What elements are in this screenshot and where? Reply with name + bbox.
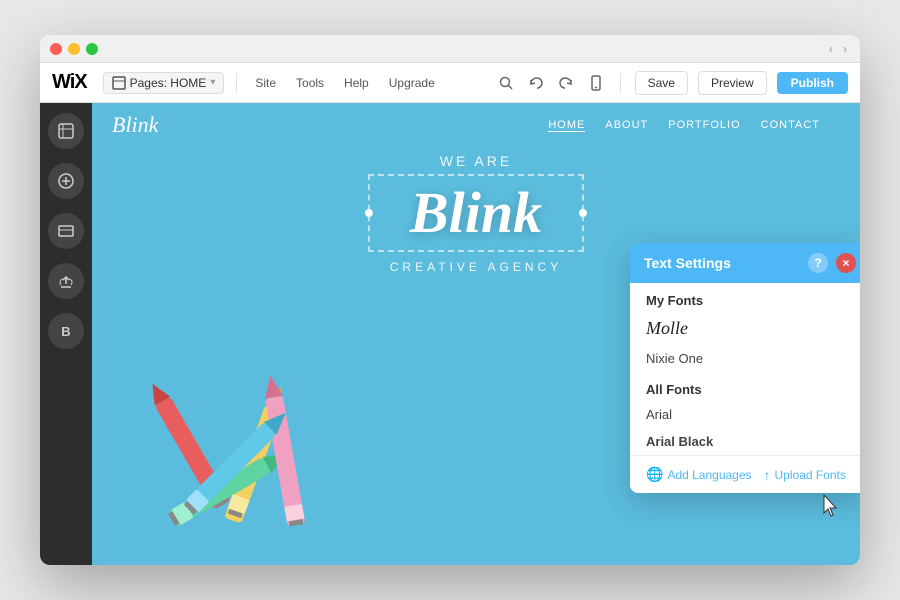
hero-title: Blink xyxy=(410,184,542,242)
minimize-traffic-light[interactable] xyxy=(68,43,80,55)
editor-area: B Blink HOME ABOUT PORTFOLIO CONTACT WE … xyxy=(40,103,860,565)
toolbar-separator-2 xyxy=(620,73,621,93)
left-sidebar: B xyxy=(40,103,92,565)
pages-icon xyxy=(112,76,126,90)
add-languages-link[interactable]: 🌐 Add Languages xyxy=(646,466,752,483)
preview-button[interactable]: Preview xyxy=(698,71,767,95)
my-fonts-header: My Fonts xyxy=(630,283,860,312)
maximize-traffic-light[interactable] xyxy=(86,43,98,55)
upload-fonts-link[interactable]: ↑ Upload Fonts xyxy=(764,467,846,483)
sidebar-blog-icon[interactable]: B xyxy=(48,313,84,349)
traffic-lights xyxy=(50,43,98,55)
font-item-arial-black[interactable]: Arial Black xyxy=(630,428,860,455)
panel-footer: 🌐 Add Languages ↑ Upload Fonts xyxy=(630,455,860,493)
panel-header-icons: ? × xyxy=(808,253,856,273)
sidebar-upload-icon[interactable] xyxy=(48,263,84,299)
close-traffic-light[interactable] xyxy=(50,43,62,55)
we-are-text: WE ARE xyxy=(368,153,584,169)
creative-text: CREATIVE AGENCY xyxy=(368,260,584,274)
pages-selector[interactable]: Pages: HOME ▾ xyxy=(103,72,225,94)
hero-content: WE ARE Blink CREATIVE AGENCY xyxy=(368,153,584,274)
undo-icon[interactable] xyxy=(526,73,546,93)
wix-logo: WiX xyxy=(52,71,87,94)
panel-body: My Fonts Molle Nixie One All Fonts Arial… xyxy=(630,283,860,455)
resize-handle-right[interactable] xyxy=(579,209,587,217)
save-button[interactable]: Save xyxy=(635,71,688,95)
sidebar-pages-icon[interactable] xyxy=(48,113,84,149)
forward-arrow[interactable]: › xyxy=(840,42,850,56)
panel-help-button[interactable]: ? xyxy=(808,253,828,273)
panel-close-button[interactable]: × xyxy=(836,253,856,273)
canvas-area[interactable]: Blink HOME ABOUT PORTFOLIO CONTACT WE AR… xyxy=(92,103,860,565)
pencils-illustration xyxy=(92,265,432,565)
site-button[interactable]: Site xyxy=(249,73,282,93)
sidebar-add-icon[interactable] xyxy=(48,163,84,199)
site-nav-links: HOME ABOUT PORTFOLIO CONTACT xyxy=(548,119,820,132)
mouse-cursor xyxy=(820,493,842,525)
tools-button[interactable]: Tools xyxy=(290,73,330,93)
font-item-nixie[interactable]: Nixie One xyxy=(630,345,860,372)
redo-icon[interactable] xyxy=(556,73,576,93)
add-languages-label: Add Languages xyxy=(667,468,751,482)
site-logo: Blink xyxy=(112,112,158,138)
upgrade-button[interactable]: Upgrade xyxy=(383,73,441,93)
nav-link-contact[interactable]: CONTACT xyxy=(761,119,820,132)
chevron-down-icon: ▾ xyxy=(210,77,215,88)
add-languages-icon: 🌐 xyxy=(646,466,663,483)
wix-toolbar: WiX Pages: HOME ▾ Site Tools Help Upgrad… xyxy=(40,63,860,103)
title-bar: ‹ › xyxy=(40,35,860,63)
sidebar-media-icon[interactable] xyxy=(48,213,84,249)
panel-header: Text Settings ? × xyxy=(630,243,860,283)
back-arrow[interactable]: ‹ xyxy=(826,42,836,56)
upload-fonts-label: Upload Fonts xyxy=(775,468,846,482)
mobile-icon[interactable] xyxy=(586,73,606,93)
font-item-arial[interactable]: Arial xyxy=(630,401,860,428)
toolbar-right-icons: Save Preview Publish xyxy=(496,71,848,95)
mac-window: ‹ › WiX Pages: HOME ▾ Site Tools Help Up… xyxy=(40,35,860,565)
toolbar-separator-1 xyxy=(236,73,237,93)
help-button[interactable]: Help xyxy=(338,73,375,93)
site-nav: Blink HOME ABOUT PORTFOLIO CONTACT xyxy=(92,103,860,147)
nav-link-portfolio[interactable]: PORTFOLIO xyxy=(668,119,740,132)
panel-title: Text Settings xyxy=(644,255,731,271)
blink-container[interactable]: Blink xyxy=(368,174,584,252)
upload-fonts-icon: ↑ xyxy=(764,467,771,483)
nav-arrows: ‹ › xyxy=(826,42,850,56)
pages-label: Pages: HOME xyxy=(130,76,207,90)
text-settings-panel: Text Settings ? × My Fonts Molle Nixie O… xyxy=(630,243,860,493)
publish-button[interactable]: Publish xyxy=(777,72,848,94)
all-fonts-header: All Fonts xyxy=(630,372,860,401)
font-item-molle[interactable]: Molle xyxy=(630,312,860,345)
nav-link-about[interactable]: ABOUT xyxy=(605,119,648,132)
search-icon[interactable] xyxy=(496,73,516,93)
resize-handle-left[interactable] xyxy=(365,209,373,217)
nav-link-home[interactable]: HOME xyxy=(548,119,585,132)
